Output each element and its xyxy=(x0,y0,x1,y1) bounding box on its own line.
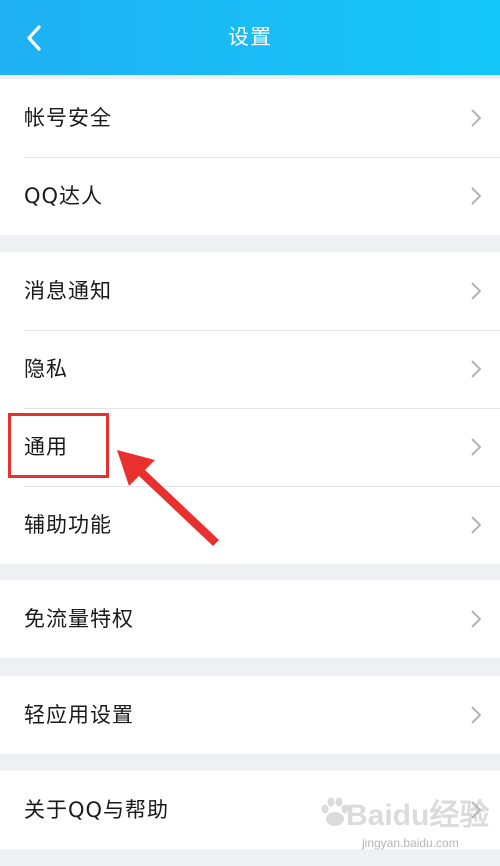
chevron-right-icon xyxy=(471,801,482,819)
item-label: 通用 xyxy=(24,435,68,459)
item-label: 隐私 xyxy=(24,357,68,381)
item-label: 免流量特权 xyxy=(24,607,134,631)
settings-group-about: 关于QQ与帮助 xyxy=(0,771,500,849)
item-label: 消息通知 xyxy=(24,279,112,303)
settings-group-account: 帐号安全 QQ达人 xyxy=(0,79,500,235)
settings-item-about-and-help[interactable]: 关于QQ与帮助 xyxy=(0,771,500,849)
settings-group-data-free: 免流量特权 xyxy=(0,580,500,658)
chevron-right-icon xyxy=(471,282,482,300)
settings-item-accessibility[interactable]: 辅助功能 xyxy=(0,486,500,564)
settings-group-general: 消息通知 隐私 通用 辅助功能 xyxy=(0,252,500,564)
settings-group-light-apps: 轻应用设置 xyxy=(0,676,500,754)
chevron-right-icon xyxy=(471,109,482,127)
item-label: 关于QQ与帮助 xyxy=(24,798,170,822)
chevron-right-icon xyxy=(471,438,482,456)
item-label: 辅助功能 xyxy=(24,513,112,537)
chevron-right-icon xyxy=(471,360,482,378)
top-navigation-bar: 设置 xyxy=(0,0,500,75)
settings-item-qq-daren[interactable]: QQ达人 xyxy=(0,157,500,235)
settings-item-general[interactable]: 通用 xyxy=(0,408,500,486)
settings-item-data-free-privilege[interactable]: 免流量特权 xyxy=(0,580,500,658)
item-label: QQ达人 xyxy=(24,184,104,208)
chevron-right-icon xyxy=(471,706,482,724)
settings-item-privacy[interactable]: 隐私 xyxy=(0,330,500,408)
chevron-right-icon xyxy=(471,187,482,205)
settings-item-account-security[interactable]: 帐号安全 xyxy=(0,79,500,157)
settings-item-light-app-settings[interactable]: 轻应用设置 xyxy=(0,676,500,754)
settings-item-notifications[interactable]: 消息通知 xyxy=(0,252,500,330)
chevron-right-icon xyxy=(471,516,482,534)
chevron-right-icon xyxy=(471,610,482,628)
page-title: 设置 xyxy=(228,25,272,49)
item-label: 帐号安全 xyxy=(24,106,112,130)
item-label: 轻应用设置 xyxy=(24,703,134,727)
